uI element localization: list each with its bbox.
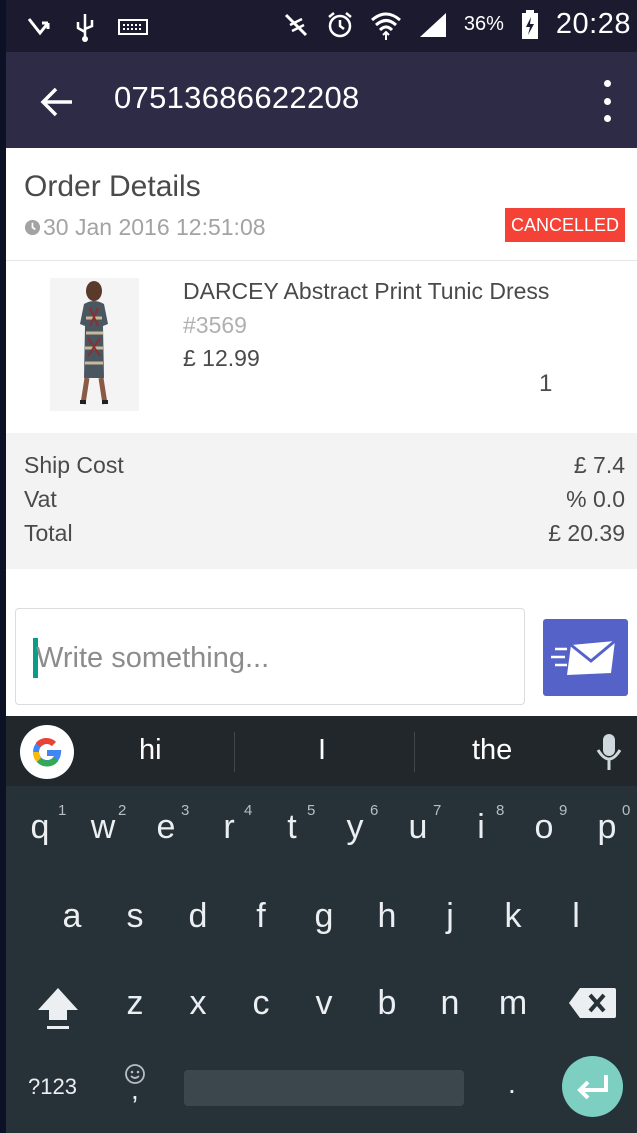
divider [6, 260, 637, 261]
key-hint-3: 3 [181, 802, 190, 819]
status-bar: 36% 20:28 [6, 0, 637, 52]
suggestion-1[interactable]: hi [139, 734, 162, 767]
clock: 20:28 [555, 8, 631, 40]
key-j[interactable]: j [424, 897, 476, 936]
order-summary: Ship Cost £ 7.4 Vat % 0.0 Total £ 20.39 [6, 433, 637, 569]
shift-icon [38, 988, 78, 1029]
voice-input-button[interactable] [594, 730, 624, 774]
key-hint-6: 6 [370, 802, 379, 819]
ship-cost-label: Ship Cost [24, 452, 124, 478]
suggestion-2[interactable]: I [318, 734, 326, 767]
order-date: 30 Jan 2016 12:51:08 [24, 214, 266, 241]
vat-value: % 0.0 [566, 486, 625, 512]
message-placeholder: Write something... [36, 642, 270, 674]
key-hint-0: 0 [622, 802, 631, 819]
total-label: Total [24, 520, 73, 546]
more-vert-icon [603, 80, 611, 87]
product-price: £ 12.99 [183, 345, 260, 371]
comma-label: , [131, 1074, 139, 1105]
vibrate-off-icon [284, 13, 307, 36]
battery-charging-icon [521, 9, 538, 39]
back-button[interactable] [38, 82, 78, 122]
suggestion-3[interactable]: the [472, 734, 512, 767]
key-v[interactable]: v [298, 984, 350, 1023]
send-mail-icon [551, 639, 616, 675]
order-details-panel: Order Details 30 Jan 2016 12:51:08 CANCE… [6, 148, 637, 716]
order-date-text: 30 Jan 2016 12:51:08 [43, 214, 266, 240]
key-hint-9: 9 [559, 802, 568, 819]
keyboard-icon [118, 19, 148, 35]
dress-photo [50, 278, 139, 411]
space-bar[interactable] [184, 1070, 464, 1106]
key-n[interactable]: n [424, 984, 476, 1023]
message-input[interactable]: Write something... [15, 608, 525, 705]
product-name[interactable]: DARCEY Abstract Print Tunic Dress [183, 278, 549, 305]
suggestion-strip: hi I the [6, 716, 637, 786]
total-row: Total £ 20.39 [24, 520, 625, 552]
key-a[interactable]: a [46, 897, 98, 936]
key-g[interactable]: g [298, 897, 350, 936]
backspace-icon [569, 988, 616, 1018]
key-hint-4: 4 [244, 802, 253, 819]
clock-icon [24, 219, 41, 236]
app-bar: 07513686622208 [6, 52, 637, 148]
key-b[interactable]: b [361, 984, 413, 1023]
battery-percent: 36% [463, 13, 504, 35]
key-f[interactable]: f [235, 897, 287, 936]
enter-icon [577, 1075, 608, 1100]
product-sku: #3569 [183, 312, 247, 338]
key-hint-2: 2 [118, 802, 127, 819]
page-title: 07513686622208 [114, 80, 360, 115]
order-details-heading: Order Details [24, 170, 201, 203]
symbols-key[interactable]: ?123 [28, 1074, 77, 1100]
wifi-icon [370, 12, 401, 40]
key-x[interactable]: x [172, 984, 224, 1023]
overflow-menu-button[interactable] [595, 80, 619, 122]
key-m[interactable]: m [487, 984, 539, 1023]
vat-row: Vat % 0.0 [24, 486, 625, 518]
key-s[interactable]: s [109, 897, 161, 936]
backspace-key[interactable] [568, 986, 618, 1020]
key-hint-7: 7 [433, 802, 442, 819]
shift-key[interactable] [34, 984, 82, 1032]
ship-cost-row: Ship Cost £ 7.4 [24, 452, 625, 484]
key-l[interactable]: l [550, 897, 602, 936]
ship-cost-value: £ 7.4 [573, 452, 625, 478]
key-z[interactable]: z [109, 984, 161, 1023]
key-h[interactable]: h [361, 897, 413, 936]
period-key[interactable]: . [508, 1068, 516, 1100]
mic-icon [596, 734, 622, 770]
soft-keyboard: hi I the q w e r t y u i o p 1 2 3 4 5 6… [6, 716, 637, 1133]
arrow-back-icon [40, 87, 72, 117]
product-quantity: 1 [539, 370, 553, 397]
emoji-comma-key[interactable]: , [122, 1062, 148, 1106]
google-g-icon [33, 738, 62, 767]
suggestion-divider [234, 732, 235, 772]
key-d[interactable]: d [172, 897, 224, 936]
vat-label: Vat [24, 486, 57, 512]
alarm-icon [328, 11, 352, 37]
google-button[interactable] [20, 725, 74, 779]
send-button[interactable] [543, 619, 628, 696]
product-image[interactable] [50, 278, 139, 411]
missed-call-icon [27, 18, 50, 36]
key-c[interactable]: c [235, 984, 287, 1023]
key-hint-1: 1 [58, 802, 67, 819]
enter-button[interactable] [562, 1056, 623, 1117]
status-badge: CANCELLED [504, 208, 625, 242]
key-hint-8: 8 [496, 802, 505, 819]
suggestion-divider [414, 732, 415, 772]
key-k[interactable]: k [487, 897, 539, 936]
key-hint-5: 5 [307, 802, 316, 819]
total-value: £ 20.39 [548, 520, 625, 546]
signal-icon [419, 12, 446, 37]
usb-icon [76, 14, 94, 42]
